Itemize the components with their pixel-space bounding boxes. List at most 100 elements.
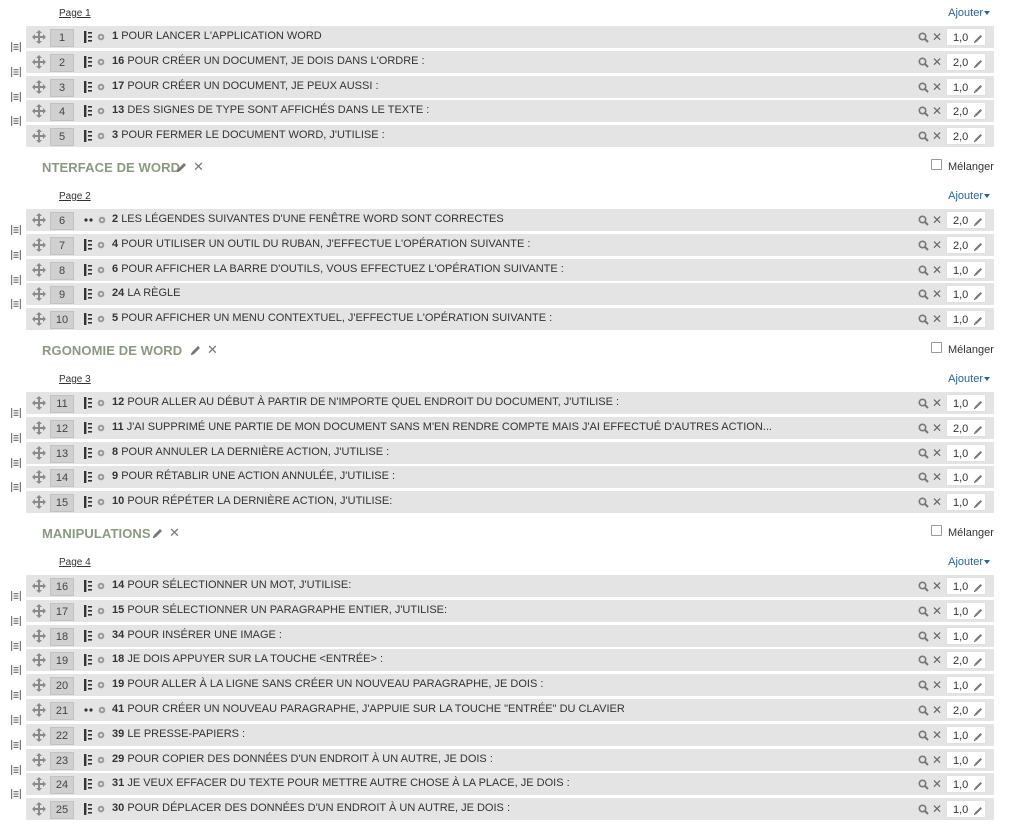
edit-grade-icon[interactable] bbox=[973, 472, 983, 484]
page-break-icon[interactable] bbox=[11, 432, 21, 443]
page-break-icon[interactable] bbox=[11, 42, 21, 52]
question-title[interactable]: 8 POUR ANNULER LA DERNIÈRE ACTION, J'UTI… bbox=[112, 446, 389, 458]
move-icon[interactable] bbox=[32, 653, 46, 668]
delete-section-icon[interactable]: ✕ bbox=[169, 525, 180, 541]
move-icon[interactable] bbox=[32, 603, 46, 618]
page-break-icon[interactable] bbox=[11, 764, 21, 775]
add-menu-button[interactable]: Ajouter bbox=[948, 7, 990, 19]
page-label[interactable]: Page 4 bbox=[59, 557, 91, 568]
max-grade[interactable]: 1,0 bbox=[946, 77, 986, 96]
preview-icon[interactable] bbox=[918, 57, 929, 68]
edit-grade-icon[interactable] bbox=[973, 655, 983, 667]
question-title[interactable]: 14 POUR SÉLECTIONNER UN MOT, J'UTILISE: bbox=[112, 579, 351, 591]
add-menu-button[interactable]: Ajouter bbox=[948, 556, 990, 568]
delete-icon[interactable]: ✕ bbox=[932, 264, 942, 276]
edit-grade-icon[interactable] bbox=[973, 240, 983, 251]
move-icon[interactable] bbox=[32, 420, 46, 435]
preview-icon[interactable] bbox=[918, 448, 929, 459]
page-break-icon[interactable] bbox=[11, 457, 21, 468]
page-break-icon[interactable] bbox=[11, 591, 21, 601]
page-break-icon[interactable] bbox=[11, 789, 21, 800]
max-grade[interactable]: 2,0 bbox=[946, 102, 986, 121]
delete-icon[interactable]: ✕ bbox=[932, 105, 942, 117]
preview-icon[interactable] bbox=[918, 680, 929, 691]
page-break-icon[interactable] bbox=[11, 249, 21, 260]
move-icon[interactable] bbox=[32, 727, 46, 742]
delete-icon[interactable]: ✕ bbox=[932, 56, 942, 68]
question-title[interactable]: 13 DES SIGNES DE TYPE SONT AFFICHÉS DANS… bbox=[112, 104, 429, 116]
preview-icon[interactable] bbox=[918, 581, 929, 592]
max-grade[interactable]: 2,0 bbox=[946, 418, 986, 437]
delete-icon[interactable]: ✕ bbox=[932, 729, 942, 741]
move-icon[interactable] bbox=[32, 445, 46, 460]
delete-icon[interactable]: ✕ bbox=[932, 288, 942, 300]
move-icon[interactable] bbox=[32, 237, 46, 252]
preview-icon[interactable] bbox=[918, 82, 929, 93]
delete-icon[interactable]: ✕ bbox=[932, 754, 942, 766]
edit-grade-icon[interactable] bbox=[973, 423, 983, 434]
question-title[interactable]: 19 POUR ALLER À LA LIGNE SANS CRÉER UN N… bbox=[112, 678, 543, 690]
edit-grade-icon[interactable] bbox=[973, 755, 983, 766]
page-break-icon[interactable] bbox=[11, 615, 21, 626]
max-grade[interactable]: 1,0 bbox=[946, 577, 986, 595]
preview-icon[interactable] bbox=[918, 779, 929, 791]
max-grade[interactable]: 2,0 bbox=[946, 235, 986, 254]
question-title[interactable]: 10 POUR RÉPÉTER LA DERNIÈRE ACTION, J'UT… bbox=[112, 495, 392, 507]
max-grade[interactable]: 1,0 bbox=[946, 28, 986, 46]
edit-grade-icon[interactable] bbox=[973, 606, 983, 617]
max-grade[interactable]: 1,0 bbox=[946, 725, 986, 744]
question-title[interactable]: 41 POUR CRÉER UN NOUVEAU PARAGRAPHE, J'A… bbox=[112, 703, 625, 715]
edit-grade-icon[interactable] bbox=[973, 680, 983, 692]
delete-icon[interactable]: ✕ bbox=[932, 605, 942, 617]
delete-icon[interactable]: ✕ bbox=[932, 654, 942, 666]
move-icon[interactable] bbox=[32, 802, 46, 817]
question-title[interactable]: 4 POUR UTILISER UN OUTIL DU RUBAN, J'EFF… bbox=[112, 238, 530, 250]
preview-icon[interactable] bbox=[918, 655, 929, 667]
delete-icon[interactable]: ✕ bbox=[932, 630, 942, 642]
preview-icon[interactable] bbox=[918, 804, 929, 815]
max-grade[interactable]: 1,0 bbox=[946, 750, 986, 769]
page-break-icon[interactable] bbox=[11, 482, 21, 493]
shuffle-checkbox[interactable] bbox=[931, 159, 942, 170]
preview-icon[interactable] bbox=[918, 240, 929, 251]
shuffle-checkbox[interactable] bbox=[931, 342, 942, 353]
max-grade[interactable]: 1,0 bbox=[946, 493, 986, 512]
move-icon[interactable] bbox=[32, 79, 46, 94]
question-title[interactable]: 2 LES LÉGENDES SUIVANTES D'UNE FENÊTRE W… bbox=[112, 213, 504, 225]
delete-icon[interactable]: ✕ bbox=[932, 313, 942, 325]
page-break-icon[interactable] bbox=[11, 640, 21, 651]
question-title[interactable]: 15 POUR SÉLECTIONNER UN PARAGRAPHE ENTIE… bbox=[112, 604, 447, 616]
delete-icon[interactable]: ✕ bbox=[932, 397, 942, 409]
delete-section-icon[interactable]: ✕ bbox=[193, 159, 204, 175]
edit-grade-icon[interactable] bbox=[973, 779, 983, 791]
edit-grade-icon[interactable] bbox=[973, 705, 983, 716]
preview-icon[interactable] bbox=[918, 631, 929, 642]
edit-grade-icon[interactable] bbox=[973, 82, 983, 93]
add-menu-button[interactable]: Ajouter bbox=[948, 373, 990, 385]
preview-icon[interactable] bbox=[918, 398, 929, 409]
move-icon[interactable] bbox=[32, 30, 46, 44]
max-grade[interactable]: 2,0 bbox=[946, 127, 986, 146]
page-break-icon[interactable] bbox=[11, 116, 21, 127]
edit-grade-icon[interactable] bbox=[973, 631, 983, 642]
edit-grade-icon[interactable] bbox=[973, 57, 983, 68]
edit-grade-icon[interactable] bbox=[973, 215, 983, 226]
preview-icon[interactable] bbox=[918, 32, 929, 43]
page-label[interactable]: Page 3 bbox=[59, 374, 91, 385]
edit-grade-icon[interactable] bbox=[973, 289, 983, 301]
page-label[interactable]: Page 2 bbox=[59, 191, 91, 202]
delete-icon[interactable]: ✕ bbox=[932, 704, 942, 716]
move-icon[interactable] bbox=[32, 213, 46, 227]
max-grade[interactable]: 1,0 bbox=[946, 443, 986, 462]
move-icon[interactable] bbox=[32, 777, 46, 792]
preview-icon[interactable] bbox=[918, 472, 929, 484]
move-icon[interactable] bbox=[32, 628, 46, 643]
delete-icon[interactable]: ✕ bbox=[932, 31, 942, 43]
max-grade[interactable]: 2,0 bbox=[946, 52, 986, 71]
move-icon[interactable] bbox=[32, 54, 46, 69]
edit-grade-icon[interactable] bbox=[973, 314, 983, 326]
question-title[interactable]: 11 J'AI SUPPRIMÉ UNE PARTIE DE MON DOCUM… bbox=[112, 421, 772, 433]
max-grade[interactable]: 1,0 bbox=[946, 310, 986, 329]
max-grade[interactable]: 1,0 bbox=[946, 468, 986, 487]
shuffle-checkbox[interactable] bbox=[931, 525, 942, 536]
